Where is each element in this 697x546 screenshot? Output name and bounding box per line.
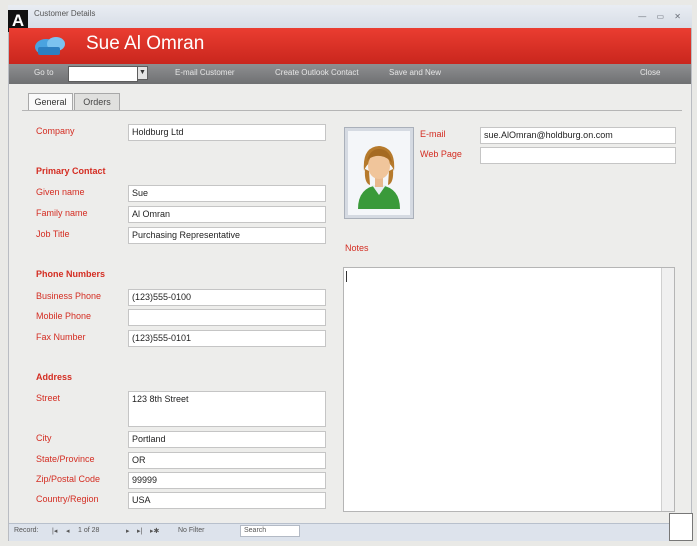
zip-label: Zip/Postal Code: [36, 474, 101, 484]
state-label: State/Province: [36, 454, 95, 464]
record-navigation-bar: [9, 523, 691, 541]
family-name-label: Family name: [36, 208, 88, 218]
email-field[interactable]: sue.AlOmran@holdburg.on.com: [480, 127, 676, 144]
record-position[interactable]: 1 of 28: [78, 527, 99, 534]
job-title-label: Job Title: [36, 229, 70, 239]
job-title-field[interactable]: Purchasing Representative: [128, 227, 326, 244]
last-record-button[interactable]: ▸|: [137, 527, 142, 535]
chevron-down-icon[interactable]: ▼: [137, 66, 148, 80]
close-button[interactable]: Close: [640, 68, 660, 77]
filter-indicator[interactable]: No Filter: [178, 527, 204, 534]
street-label: Street: [36, 393, 61, 403]
contact-card-icon: [34, 35, 68, 57]
family-name-field[interactable]: Al Omran: [128, 206, 326, 223]
fax-number-field[interactable]: (123)555-0101: [128, 330, 326, 347]
tab-divider: [22, 110, 682, 111]
address-heading: Address: [36, 372, 73, 382]
corner-overlay: [669, 513, 693, 541]
tab-general[interactable]: General: [28, 93, 73, 110]
country-label: Country/Region: [36, 494, 99, 504]
previous-record-button[interactable]: ◂: [66, 527, 70, 535]
goto-combobox[interactable]: [68, 66, 138, 82]
notes-scrollbar[interactable]: [661, 268, 674, 511]
company-label: Company: [36, 126, 75, 136]
tab-orders[interactable]: Orders: [74, 93, 120, 110]
company-field[interactable]: Holdburg Ltd: [128, 124, 326, 141]
given-name-label: Given name: [36, 187, 85, 197]
first-record-button[interactable]: |◂: [52, 527, 57, 535]
person-avatar-icon[interactable]: [348, 131, 410, 215]
zip-field[interactable]: 99999: [128, 472, 326, 489]
web-page-field[interactable]: [480, 147, 676, 164]
notes-field[interactable]: [343, 267, 675, 512]
notes-label: Notes: [345, 243, 369, 253]
title-bar: [8, 5, 692, 29]
record-label: Record:: [14, 527, 39, 534]
city-field[interactable]: Portland: [128, 431, 326, 448]
new-record-button[interactable]: ▸✱: [150, 527, 159, 535]
web-page-label: Web Page: [420, 149, 462, 159]
primary-contact-heading: Primary Contact: [36, 166, 106, 176]
goto-label: Go to: [34, 68, 54, 77]
save-and-new-button[interactable]: Save and New: [389, 68, 441, 77]
phone-numbers-heading: Phone Numbers: [36, 269, 106, 279]
create-outlook-contact-button[interactable]: Create Outlook Contact: [275, 68, 359, 77]
email-label: E-mail: [420, 129, 446, 139]
street-field[interactable]: 123 8th Street: [128, 391, 326, 427]
text-caret: [346, 271, 347, 282]
email-customer-button[interactable]: E-mail Customer: [175, 68, 235, 77]
mobile-phone-label: Mobile Phone: [36, 311, 92, 321]
state-field[interactable]: OR: [128, 452, 326, 469]
next-record-button[interactable]: ▸: [126, 527, 130, 535]
city-label: City: [36, 433, 52, 443]
page-title: Sue Al Omran: [86, 33, 205, 54]
given-name-field[interactable]: Sue: [128, 185, 326, 202]
fax-number-label: Fax Number: [36, 332, 86, 342]
mobile-phone-field[interactable]: [128, 309, 326, 326]
window-controls[interactable]: — ▭ ✕: [638, 12, 685, 21]
window-title: Customer Details: [34, 9, 96, 18]
business-phone-field[interactable]: (123)555-0100: [128, 289, 326, 306]
search-box[interactable]: Search: [240, 525, 300, 537]
business-phone-label: Business Phone: [36, 291, 102, 301]
country-field[interactable]: USA: [128, 492, 326, 509]
